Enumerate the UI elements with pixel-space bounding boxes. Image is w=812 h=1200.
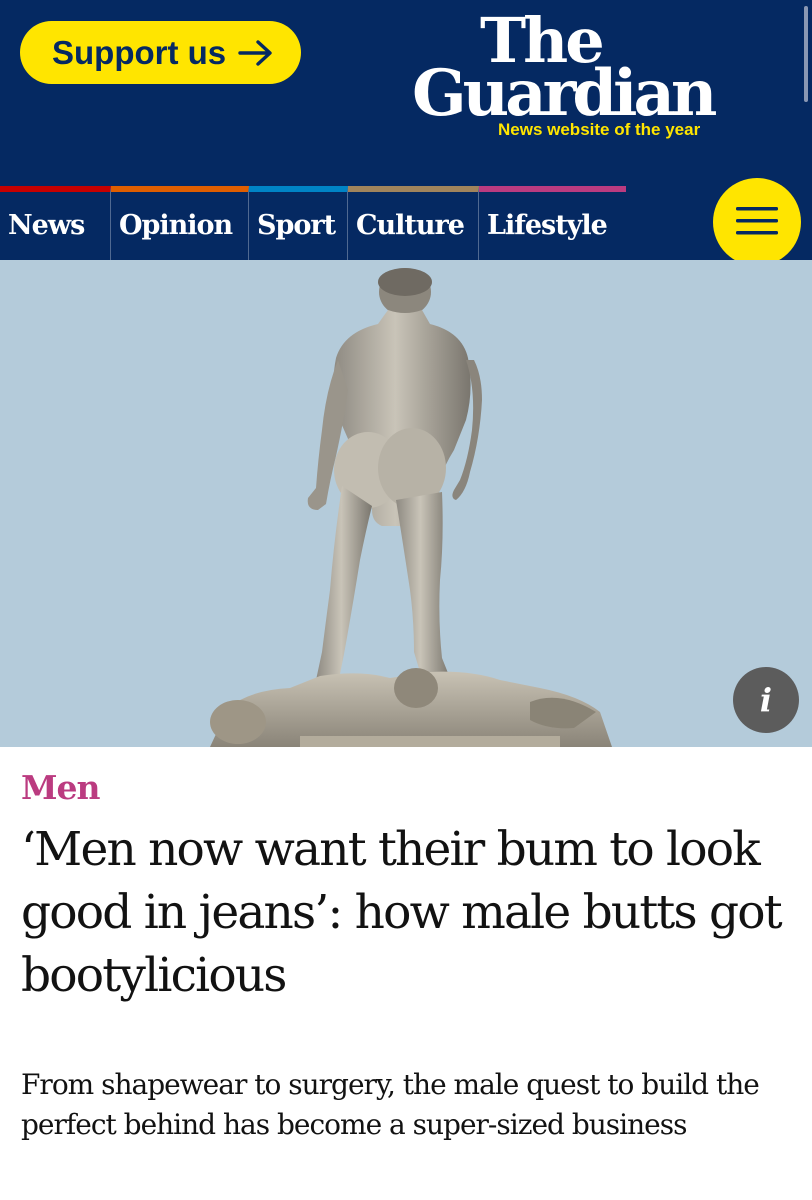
masthead: Support us The Guardian News website of … bbox=[0, 0, 812, 266]
statue-illustration bbox=[210, 268, 612, 747]
hero-image bbox=[0, 260, 812, 747]
pillar-lifestyle-label: Lifestyle bbox=[487, 210, 608, 241]
pillar-opinion[interactable]: Opinion bbox=[111, 186, 249, 260]
pillar-culture[interactable]: Culture bbox=[348, 186, 479, 260]
pillar-culture-label: Culture bbox=[356, 210, 465, 241]
support-us-label: Support us bbox=[52, 33, 227, 71]
pillar-news-label: News bbox=[8, 210, 85, 241]
pillar-sport-label: Sport bbox=[257, 210, 336, 241]
pillar-sport[interactable]: Sport bbox=[249, 186, 348, 260]
pillar-nav: News Opinion Sport Culture Lifestyle bbox=[0, 186, 630, 260]
tagline: News website of the year bbox=[498, 120, 701, 139]
image-info-button[interactable]: i bbox=[733, 667, 799, 733]
menu-button[interactable] bbox=[713, 178, 801, 266]
article-headline: ‘Men now want their bum to look good in … bbox=[21, 822, 783, 1003]
pillar-lifestyle[interactable]: Lifestyle bbox=[479, 186, 626, 260]
pillar-opinion-label: Opinion bbox=[119, 210, 233, 241]
scroll-indicator bbox=[804, 6, 808, 102]
pillar-news[interactable]: News bbox=[0, 186, 111, 260]
article-standfirst: From shapewear to surgery, the male ques… bbox=[21, 1068, 760, 1141]
support-us-button[interactable]: Support us bbox=[20, 21, 301, 84]
hamburger-menu-icon bbox=[736, 205, 778, 240]
info-icon: i bbox=[759, 681, 773, 719]
arrow-right-icon bbox=[238, 39, 274, 67]
section-kicker[interactable]: Men bbox=[21, 768, 101, 807]
